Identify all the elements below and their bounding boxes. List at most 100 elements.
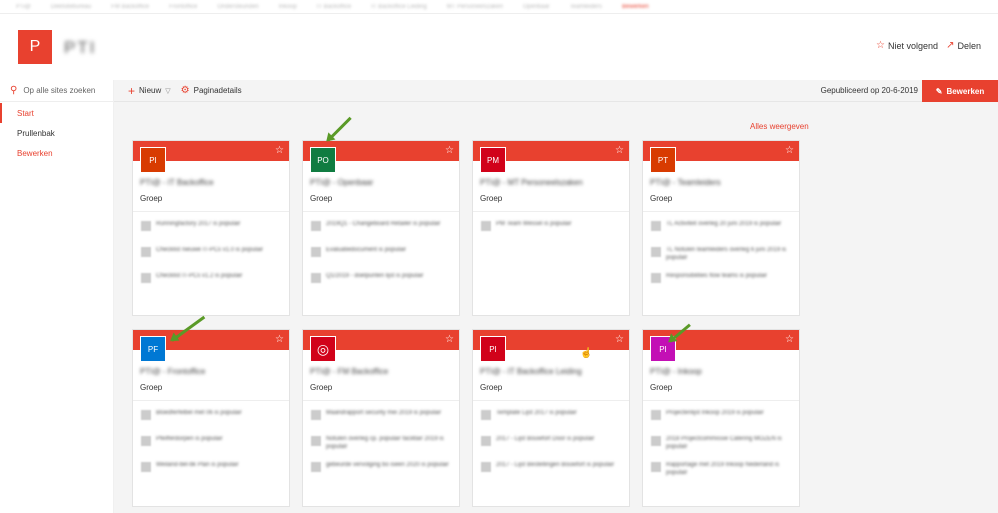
favorite-star-icon[interactable]: ☆ (785, 145, 794, 156)
popular-document-item[interactable]: TL Notulen teamleiders overleg 6 juni 20… (651, 246, 799, 264)
top-nav-item[interactable]: FM Backoffice (111, 4, 149, 10)
site-type: Groep (480, 194, 503, 203)
popular-document-item[interactable]: Checklist nieuwe IT-PCs v1.0 is populair (141, 246, 289, 264)
page-details-label: Paginadetails (193, 86, 242, 95)
nav-edit-link[interactable]: Bewerken (0, 143, 113, 163)
popular-document-item[interactable]: Checklist IT-PCs v1.2 is populair (141, 272, 289, 290)
favorite-star-icon[interactable]: ☆ (445, 334, 454, 345)
popular-document-item[interactable]: Maandrapport security mei 2019 is popula… (311, 409, 459, 427)
popular-document-item[interactable]: 2019Q1 - Changeboard Retailer is populai… (311, 220, 459, 238)
follow-button[interactable]: ☆ Niet volgend (876, 40, 938, 51)
favorite-star-icon[interactable]: ☆ (615, 334, 624, 345)
document-icon (481, 462, 491, 472)
divider (473, 400, 629, 401)
top-nav-item[interactable]: Openbaar (523, 4, 550, 10)
top-nav-item[interactable]: Deelsitebureau (51, 4, 91, 10)
document-title: Rapportage met 2019 Inkoop Nederland is … (666, 462, 780, 476)
site-card[interactable]: PT ☆ PTI@ - Teamleiders Groep TL Activiteit … (642, 140, 800, 316)
popular-document-item[interactable]: Rapportage met 2019 Inkoop Nederland is … (651, 461, 799, 479)
site-name[interactable]: PTI@ - Frontoffice (140, 367, 289, 377)
document-title: 2018 Projectcommissie Catering MOZEN is … (666, 436, 782, 450)
popular-document-item[interactable]: Template Lijst 2017 is populair (481, 409, 629, 427)
document-icon (311, 247, 321, 257)
globe-icon: ◎ (310, 336, 336, 362)
top-nav-item[interactable]: IT Backoffice (317, 4, 351, 10)
see-all-link[interactable]: Alles weergeven (750, 122, 809, 131)
document-icon (311, 221, 321, 231)
popular-document-item[interactable]: 2017 - Lijst Bestellingen Bouwfort is po… (481, 461, 629, 479)
site-card[interactable]: PO ☆ PTI@ - Openbaar Groep 2019Q1 - Changebo… (302, 140, 460, 316)
popular-document-item[interactable]: Notulen overleg cp. populair facilitair … (311, 435, 459, 453)
nav-item-start[interactable]: Start (0, 103, 113, 123)
favorite-star-icon[interactable]: ☆ (275, 334, 284, 345)
popular-document-item[interactable]: Bloedferfelbel met 06 is populair (141, 409, 289, 427)
top-nav-item[interactable]: Inkoop (279, 4, 297, 10)
edit-page-button[interactable]: ✎ Bewerken (922, 80, 998, 102)
divider (473, 211, 629, 212)
popular-document-item[interactable]: gebeurde vervolging bo iseen 2020 is pop… (311, 461, 459, 479)
popular-document-item[interactable]: Q1/2019 - doelpunten lijst is populair (311, 272, 459, 290)
site-type: Groep (650, 194, 673, 203)
page-details-button[interactable]: ⚙ Paginadetails (181, 85, 242, 96)
popular-document-item[interactable]: TL Activiteit overleg 20 juni 2019 is po… (651, 220, 799, 238)
document-title: Notulen overleg cp. populair facilitair … (326, 436, 444, 450)
document-icon (311, 410, 321, 420)
search-placeholder: Op alle sites zoeken (23, 86, 96, 95)
document-title: gebeurde vervolging bo iseen 2020 is pop… (326, 462, 449, 468)
share-button[interactable]: ↗ Delen (946, 40, 981, 51)
popular-document-item[interactable]: PM Team Wessel is populair (481, 220, 629, 238)
site-name[interactable]: PTI@ - MT Personeelszaken (480, 178, 629, 188)
site-search-box[interactable]: ⚲ Op alle sites zoeken (0, 80, 113, 102)
document-title: TL Activiteit overleg 20 juni 2019 is po… (666, 221, 782, 227)
site-type: Groep (140, 194, 163, 203)
document-icon (141, 410, 151, 420)
site-card[interactable]: PI ☆ PTI@ - Inkoop Groep Projectenlijst Inko… (642, 329, 800, 507)
document-icon (141, 221, 151, 231)
top-nav-item[interactable]: Bewerken (622, 4, 649, 10)
document-icon (481, 221, 491, 231)
site-logo[interactable]: P (18, 30, 52, 64)
popular-document-item[interactable]: Runningfactory 2017 is populair (141, 220, 289, 238)
favorite-star-icon[interactable]: ☆ (445, 145, 454, 156)
document-title: Bloedferfelbel met 06 is populair (156, 410, 242, 416)
site-card[interactable]: PI ☆ PTI@ - IT Backoffice Leiding Groep Temp… (472, 329, 630, 507)
favorite-star-icon[interactable]: ☆ (275, 145, 284, 156)
popular-document-item[interactable]: Responsibilities flow teams is populair (651, 272, 799, 290)
site-name[interactable]: PTI@ - Openbaar (310, 178, 459, 188)
top-nav-item[interactable]: IT Backoffice Leiding (371, 4, 426, 10)
site-card[interactable]: PM ☆ PTI@ - MT Personeelszaken Groep PM Team… (472, 140, 630, 316)
top-nav-item[interactable]: Teamleiders (570, 4, 602, 10)
top-nav-item[interactable]: Frontoffice (169, 4, 197, 10)
top-nav-item[interactable]: MT Personeelszaken (447, 4, 503, 10)
top-nav-item[interactable]: PTi@ (16, 4, 31, 10)
site-card[interactable]: PF ☆ PTI@ - Frontoffice Groep Bloedferfelbel… (132, 329, 290, 507)
chevron-down-icon: ▽ (165, 87, 171, 95)
site-name[interactable]: PTI@ - IT Backoffice (140, 178, 289, 188)
divider (643, 211, 799, 212)
site-name[interactable]: PTI@ - Teamleiders (650, 178, 799, 188)
nav-item-recycle-bin[interactable]: Prullenbak (0, 123, 113, 143)
share-icon: ↗ (946, 40, 955, 51)
site-name[interactable]: PTI@ - FM Backoffice (310, 367, 459, 377)
card-banner: PT ☆ (643, 141, 799, 173)
document-title: TL Notulen teamleiders overleg 6 juni 20… (666, 247, 787, 261)
popular-document-item[interactable]: 2017 - Lijst Bouwfort Door is populair (481, 435, 629, 453)
site-name[interactable]: PTI@ - Inkoop (650, 367, 799, 377)
document-icon (141, 462, 151, 472)
popular-document-item[interactable]: Projectenlijst Inkoop 2019 is populair (651, 409, 799, 427)
popular-document-item[interactable]: Pfeifferdorpen is populair (141, 435, 289, 453)
divider (643, 400, 799, 401)
top-nav-item[interactable]: Ondersteunden (217, 4, 258, 10)
top-navigation: PTi@ Deelsitebureau FM Backoffice Frontoffi… (0, 0, 998, 14)
site-name[interactable]: PTI@ - IT Backoffice Leiding (480, 367, 629, 377)
site-card[interactable]: ◎ ☆ PTI@ - FM Backoffice Groep Maandrapport … (302, 329, 460, 507)
site-title[interactable]: PTI (64, 38, 96, 58)
favorite-star-icon[interactable]: ☆ (785, 334, 794, 345)
popular-document-item[interactable]: Evaluatiedocument is populair (311, 246, 459, 264)
favorite-star-icon[interactable]: ☆ (615, 145, 624, 156)
site-card[interactable]: PI ☆ PTI@ - IT Backoffice Groep Runningfacto… (132, 140, 290, 316)
popular-document-item[interactable]: Weiland-bel-bk Plan is populair (141, 461, 289, 479)
popular-document-item[interactable]: 2018 Projectcommissie Catering MOZEN is … (651, 435, 799, 453)
document-title: 2017 - Lijst Bestellingen Bouwfort is po… (496, 462, 615, 468)
new-button[interactable]: + Nieuw ▽ (128, 84, 171, 98)
